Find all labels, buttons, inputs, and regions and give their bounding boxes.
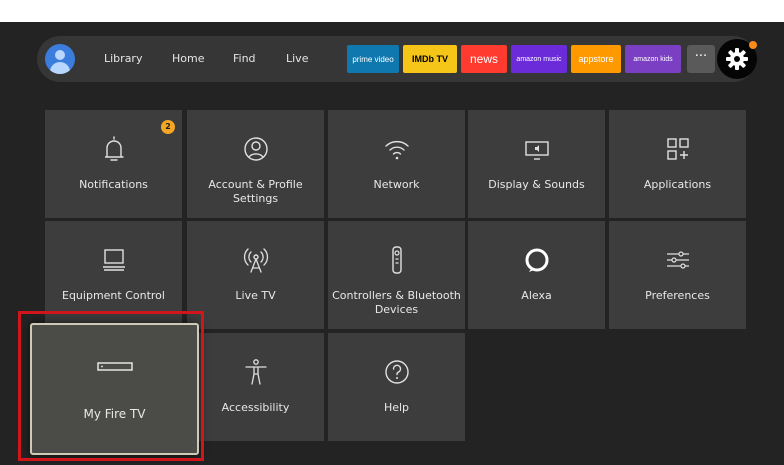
tile-help[interactable]: Help (328, 333, 465, 441)
tile-label: Alexa (521, 289, 552, 302)
wifi-icon (328, 134, 465, 164)
tile-notifications[interactable]: 2 Notifications (45, 110, 182, 218)
app-news[interactable]: news (461, 45, 507, 73)
gear-icon (725, 47, 749, 71)
tile-label: Notifications (79, 178, 148, 191)
fire-tv-settings-screen: Library Home Find Live prime video IMDb … (0, 22, 784, 465)
bell-icon (45, 134, 182, 164)
tile-alexa[interactable]: Alexa (468, 221, 605, 329)
tile-label: My Fire TV (83, 407, 146, 421)
top-nav-bar: Library Home Find Live prime video IMDb … (37, 36, 757, 82)
tile-label: Accessibility (221, 401, 290, 414)
tile-label: Preferences (645, 289, 710, 302)
app-prime-video[interactable]: prime video (347, 45, 399, 73)
antenna-icon (187, 245, 324, 275)
tile-label: Account & Profile Settings (208, 178, 303, 205)
tile-label: Help (383, 401, 410, 414)
tile-account-profile-settings[interactable]: Account & Profile Settings (187, 110, 324, 218)
nav-find[interactable]: Find (233, 50, 256, 68)
settings-notification-dot (749, 41, 757, 49)
profile-avatar[interactable] (45, 44, 75, 74)
tile-label: Equipment Control (62, 289, 165, 302)
app-appstore[interactable]: appstore (571, 45, 621, 73)
more-apps-button[interactable]: ··· (687, 45, 715, 73)
tile-preferences[interactable]: Preferences (609, 221, 746, 329)
account-icon (187, 134, 324, 164)
help-icon (328, 357, 465, 387)
tile-label: Live TV (235, 289, 276, 302)
sliders-icon (609, 245, 746, 275)
app-imdb-tv[interactable]: IMDb TV (403, 45, 457, 73)
accessibility-icon (187, 357, 324, 387)
tile-label: Applications (643, 178, 712, 191)
apps-grid-icon (609, 134, 746, 164)
tile-label: Network (373, 178, 420, 191)
notification-count-badge: 2 (161, 120, 175, 134)
tile-network[interactable]: Network (328, 110, 465, 218)
alexa-icon (468, 245, 605, 275)
nav-home[interactable]: Home (172, 50, 204, 68)
nav-live[interactable]: Live (286, 50, 308, 68)
equipment-icon (45, 245, 182, 275)
tile-controllers-bluetooth[interactable]: Controllers & Bluetooth Devices (328, 221, 465, 329)
app-amazon-kids[interactable]: amazon kids (625, 45, 681, 73)
display-icon (468, 134, 605, 164)
nav-library[interactable]: Library (104, 50, 142, 68)
tile-applications[interactable]: Applications (609, 110, 746, 218)
fire-tv-device-icon (32, 357, 197, 387)
tile-accessibility[interactable]: Accessibility (187, 333, 324, 441)
settings-button[interactable] (717, 39, 757, 79)
app-amazon-music[interactable]: amazon music (511, 45, 567, 73)
tile-equipment-control[interactable]: Equipment Control (45, 221, 182, 329)
tile-label: Display & Sounds (488, 178, 585, 191)
tile-display-sounds[interactable]: Display & Sounds (468, 110, 605, 218)
tile-live-tv[interactable]: Live TV (187, 221, 324, 329)
tile-label: Controllers & Bluetooth Devices (332, 289, 461, 316)
tile-my-fire-tv[interactable]: My Fire TV (30, 323, 199, 455)
remote-icon (328, 245, 465, 275)
